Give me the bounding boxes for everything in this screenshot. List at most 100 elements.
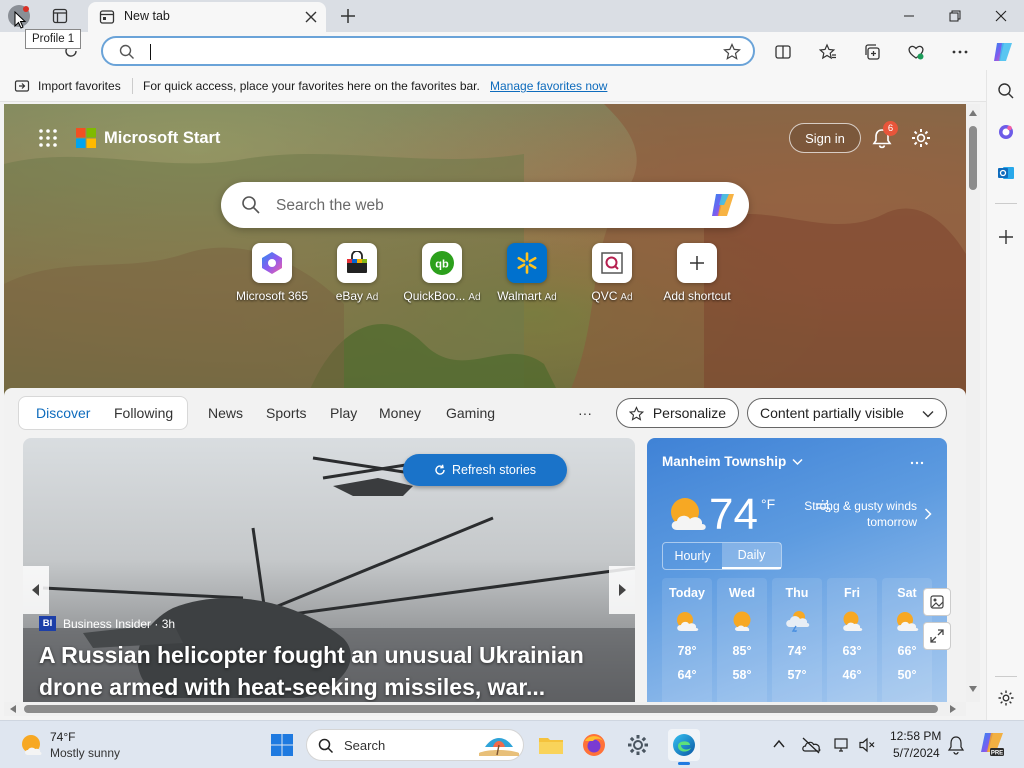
notifications-bell-icon[interactable]: 6 (871, 121, 898, 149)
nav-sports[interactable]: Sports (266, 405, 306, 421)
web-search-box[interactable]: Search the web (221, 182, 749, 228)
forecast-day[interactable]: Today 78° 64° (662, 578, 712, 702)
restore-button[interactable] (932, 0, 978, 32)
nav-gaming[interactable]: Gaming (446, 405, 495, 421)
shortcut-quickbooks[interactable]: qb QuickBoo... Ad (402, 243, 482, 303)
taskbar-weather-temp: 74°F (50, 730, 76, 744)
vertical-scrollbar[interactable] (966, 104, 980, 702)
nav-more-button[interactable]: ··· (578, 405, 592, 421)
taskbar-weather-widget[interactable]: 74°F Mostly sunny (18, 729, 148, 761)
import-favorites-link[interactable]: Import favorites (38, 79, 121, 93)
chevron-right-icon[interactable] (924, 508, 932, 520)
copilot-icon[interactable] (990, 39, 1016, 65)
shortcut-add[interactable]: Add shortcut (657, 243, 737, 303)
sidebar-copilot-icon[interactable] (995, 121, 1017, 143)
browser-essentials-icon[interactable] (905, 41, 927, 63)
volume-muted-icon[interactable] (858, 736, 876, 754)
scroll-left-arrow[interactable] (10, 705, 16, 713)
nav-money[interactable]: Money (379, 405, 421, 421)
weather-card[interactable]: Manheim Township 74 °F Strong & gusty wi… (647, 438, 947, 702)
story-headline[interactable]: A Russian helicopter fought an unusual U… (39, 639, 619, 702)
scroll-right-arrow[interactable] (950, 705, 956, 713)
copilot-search-icon[interactable] (709, 192, 737, 218)
firefox-icon[interactable] (580, 731, 608, 759)
sidebar-add-icon[interactable] (995, 226, 1017, 248)
web-search-placeholder: Search the web (276, 197, 384, 214)
scroll-up-arrow[interactable] (969, 110, 977, 116)
microsoft-start-logo[interactable]: Microsoft Start (76, 128, 220, 148)
tab-discover[interactable]: Discover (36, 405, 90, 421)
forecast-high: 85° (732, 644, 752, 658)
forecast-day[interactable]: Thu 74° 57° (772, 578, 822, 702)
copilot-preview-icon[interactable]: PRE (978, 730, 1006, 758)
tab-daily[interactable]: Daily (722, 543, 781, 569)
carousel-next-button[interactable] (609, 566, 635, 614)
carousel-prev-button[interactable] (23, 566, 49, 614)
horizontal-scroll-thumb[interactable] (24, 705, 938, 713)
walmart-icon (507, 243, 547, 283)
address-bar[interactable] (101, 36, 755, 66)
shortcut-walmart[interactable]: Walmart Ad (487, 243, 567, 303)
file-explorer-icon[interactable] (537, 731, 565, 759)
more-menu-icon[interactable] (949, 41, 971, 63)
shortcut-ebay[interactable]: eBay Ad (317, 243, 397, 303)
edge-taskbar-icon[interactable] (668, 729, 700, 765)
sidebar-search-icon[interactable] (995, 80, 1017, 102)
vertical-scroll-thumb[interactable] (969, 126, 977, 190)
scroll-down-arrow[interactable] (969, 686, 977, 692)
settings-app-icon[interactable] (624, 731, 652, 759)
clock-date[interactable]: 5/7/2024 (893, 746, 940, 760)
nav-news[interactable]: News (208, 405, 243, 421)
weather-more-icon[interactable] (910, 456, 924, 470)
minimize-button[interactable] (886, 0, 932, 32)
weather-location[interactable]: Manheim Township (662, 454, 803, 469)
tab-title: New tab (124, 9, 170, 23)
network-icon[interactable] (834, 736, 852, 754)
favorite-star-icon[interactable] (723, 43, 741, 61)
close-window-button[interactable] (978, 0, 1024, 32)
personalize-button[interactable]: Personalize (616, 398, 739, 428)
split-screen-icon[interactable] (772, 41, 794, 63)
hero-background-image: Microsoft Start Sign in 6 Search the web… (4, 104, 966, 404)
forecast-day[interactable]: Wed 85° 58° (717, 578, 767, 702)
expand-button[interactable] (923, 622, 951, 650)
story-source-label: Business Insider · 3h (63, 616, 176, 631)
close-tab-icon[interactable] (304, 10, 318, 24)
ad-label: Ad (366, 292, 379, 303)
shortcut-label: eBay (335, 289, 364, 303)
start-button[interactable] (268, 731, 296, 759)
refresh-stories-icon (435, 464, 445, 475)
tab-following[interactable]: Following (114, 405, 173, 421)
new-tab-button[interactable] (340, 8, 356, 24)
nav-play[interactable]: Play (330, 405, 357, 421)
feedback-image-button[interactable] (923, 588, 951, 616)
main-story-card[interactable]: Refresh stories BI Business Insider · 3h… (23, 438, 635, 702)
sidebar-settings-icon[interactable] (995, 687, 1017, 709)
import-favorites-icon (14, 78, 30, 94)
tab-actions-icon[interactable] (52, 8, 68, 24)
collections-icon[interactable] (861, 41, 883, 63)
manage-favorites-link[interactable]: Manage favorites now (490, 79, 607, 93)
clock-time[interactable]: 12:58 PM (890, 729, 941, 743)
forecast-tabs: Hourly Daily (662, 542, 782, 570)
favbar-divider (132, 78, 133, 94)
sidebar-outlook-icon[interactable] (995, 162, 1017, 184)
content-visibility-dropdown[interactable]: Content partially visible (747, 398, 947, 428)
app-launcher-icon[interactable] (38, 128, 58, 148)
settings-gear-icon[interactable] (910, 127, 932, 149)
chevron-up-icon[interactable] (773, 739, 785, 749)
tab-hourly[interactable]: Hourly (663, 543, 722, 569)
notification-bell-icon[interactable] (947, 735, 965, 755)
favorites-icon[interactable] (817, 41, 839, 63)
tab-new-tab[interactable]: New tab (88, 2, 326, 32)
shortcut-microsoft-365[interactable]: Microsoft 365 (232, 243, 312, 303)
forecast-day[interactable]: Fri 63° 46° (827, 578, 877, 702)
taskbar-search-box[interactable]: Search (306, 729, 524, 761)
shortcut-qvc[interactable]: QVC Ad (572, 243, 652, 303)
horizontal-scrollbar[interactable] (4, 702, 966, 716)
web-search-icon (241, 195, 261, 215)
onedrive-icon[interactable] (801, 736, 821, 754)
feed-mode-switch: Discover Following (18, 396, 188, 430)
sign-in-button[interactable]: Sign in (789, 123, 861, 153)
refresh-stories-button[interactable]: Refresh stories (403, 454, 567, 486)
